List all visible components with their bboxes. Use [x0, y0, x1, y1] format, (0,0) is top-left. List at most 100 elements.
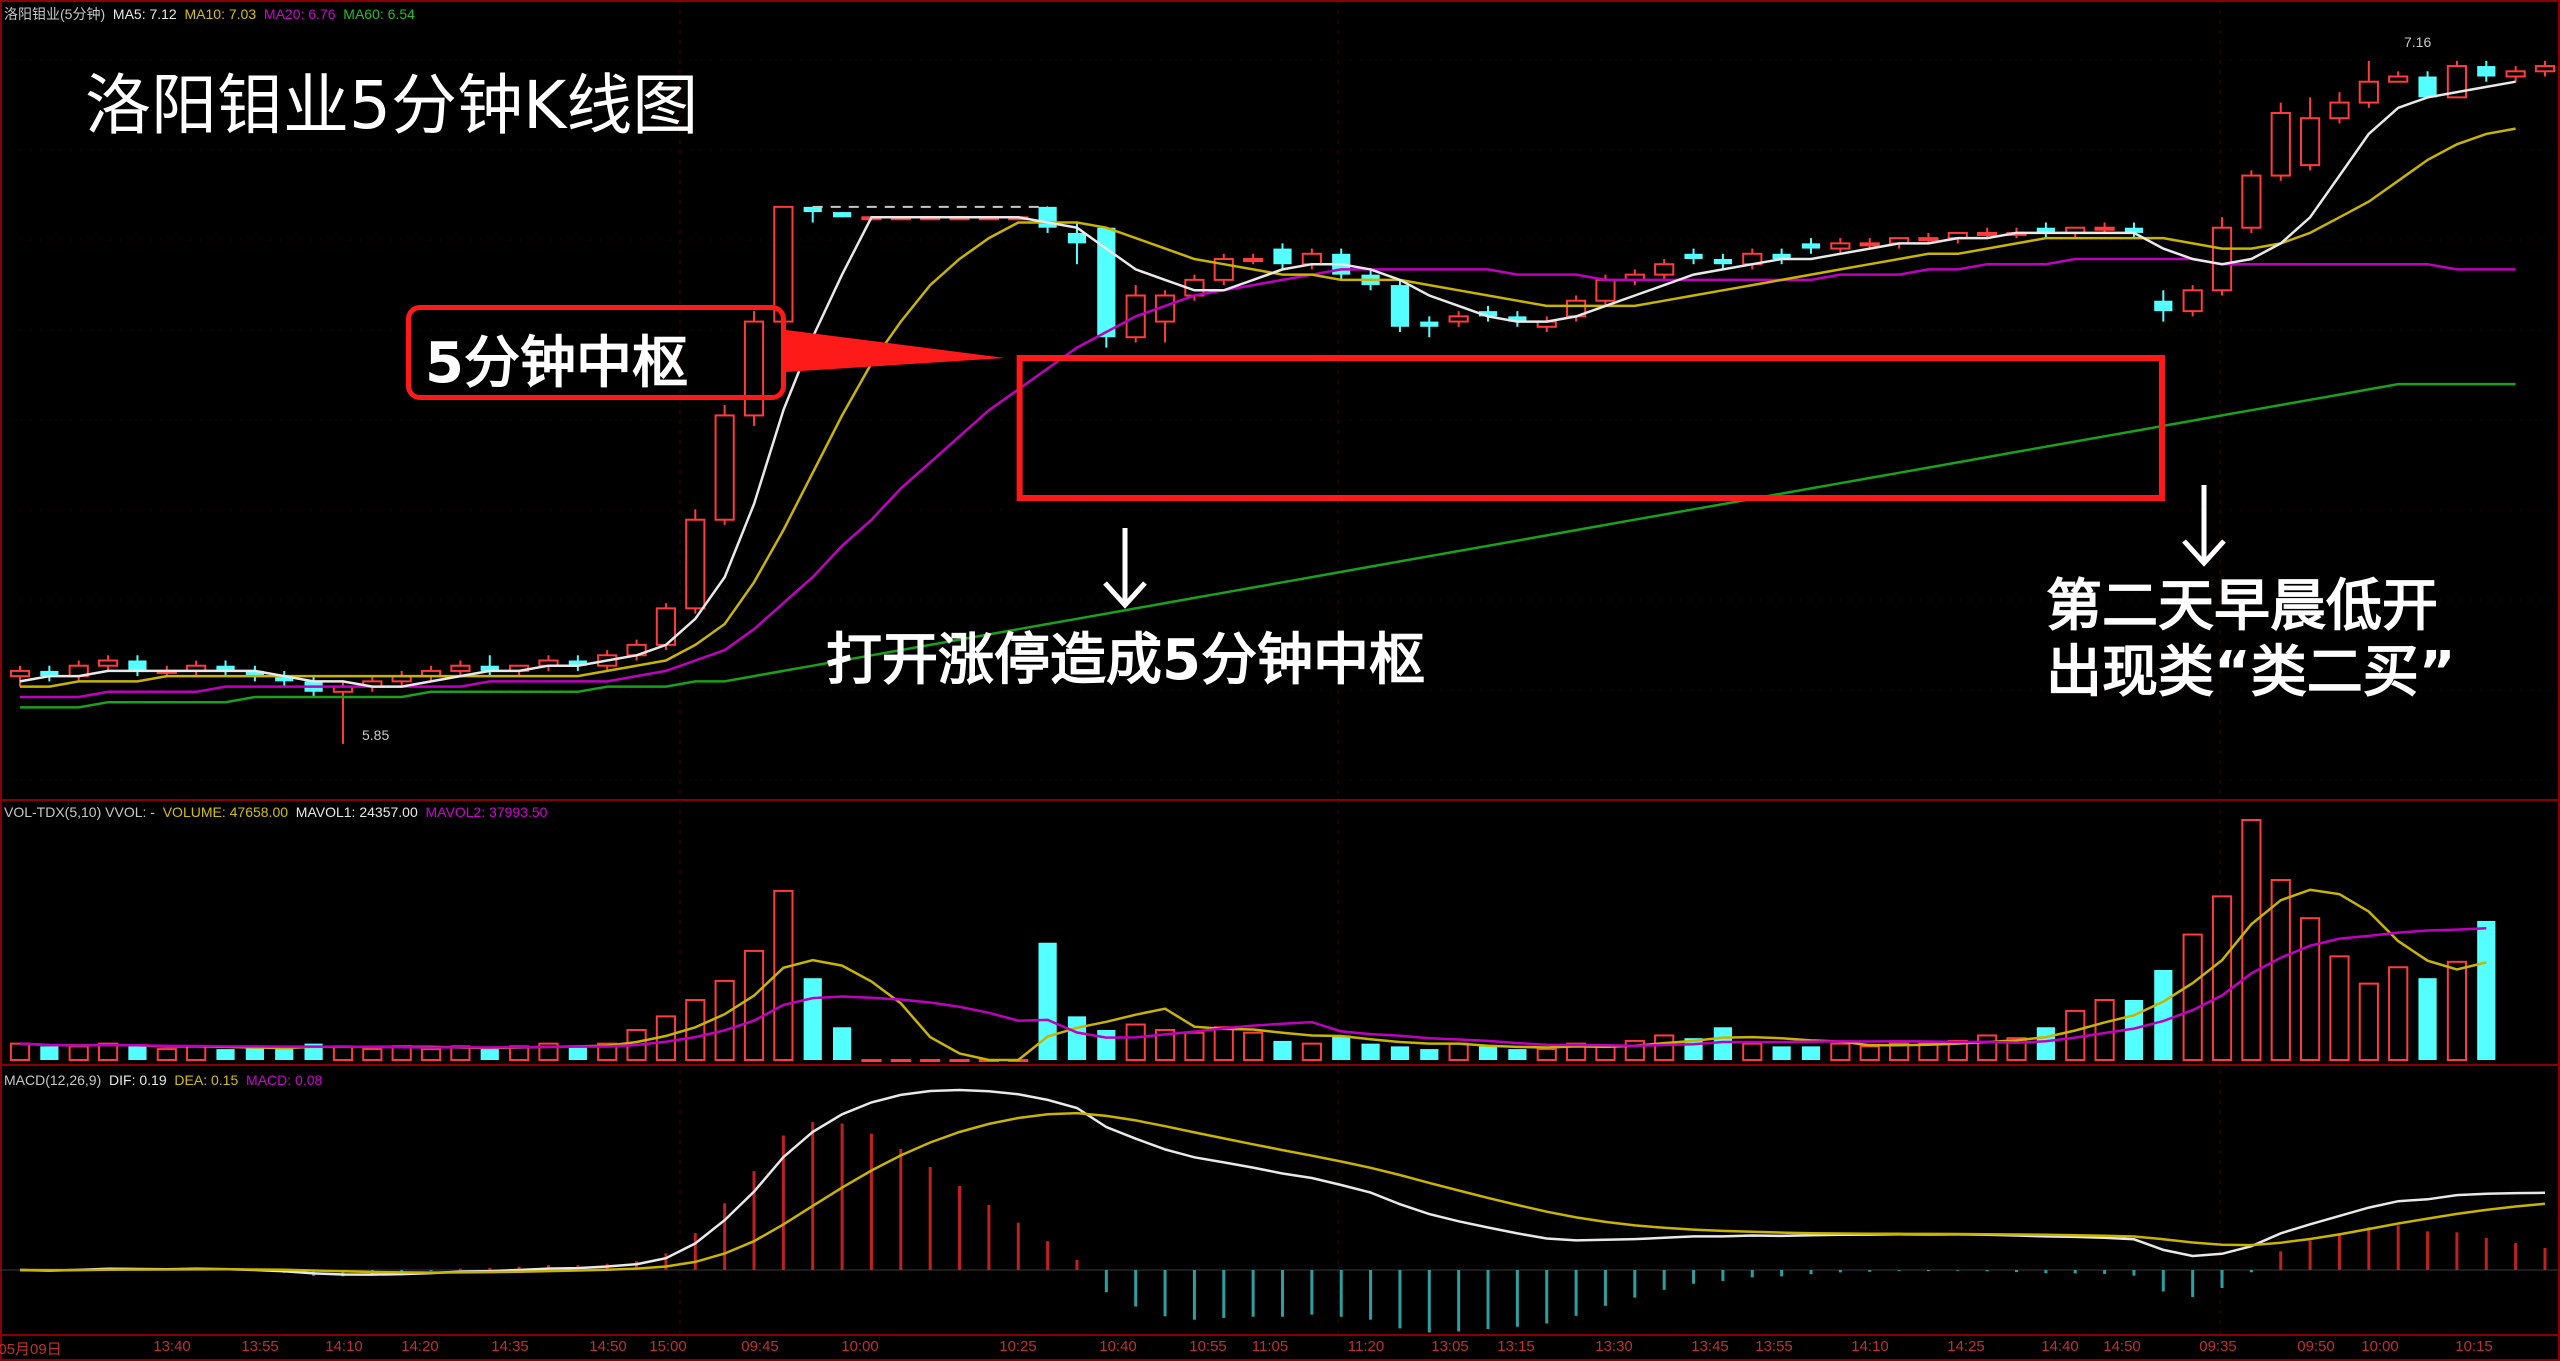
- candle-up: [9, 669, 31, 678]
- candle-up: [2270, 112, 2291, 177]
- mavol1-value: MAVOL1: 24357.00: [295, 804, 418, 820]
- candle-up: [2388, 75, 2409, 83]
- volume-bar-up: [1977, 1034, 1998, 1062]
- volume-bar-up: [949, 1059, 970, 1062]
- time-tick: 14:20: [401, 1338, 439, 1355]
- volume-bar-up: [1859, 1045, 1880, 1062]
- time-tick: 13:55: [241, 1338, 279, 1355]
- volume-bar-up: [1654, 1034, 1675, 1062]
- high-price-label: 7.16: [2404, 34, 2432, 50]
- volume-bar-down: [1478, 1046, 1498, 1060]
- time-tick: 14:10: [325, 1338, 363, 1355]
- volume-bar-down: [128, 1046, 147, 1060]
- volume-bar-up: [1830, 1042, 1851, 1061]
- volume-bar-up: [420, 1048, 442, 1062]
- time-tick: 10:40: [1099, 1338, 1137, 1355]
- volume-bar-down: [1801, 1046, 1821, 1060]
- volume-bar-down: [2154, 970, 2173, 1060]
- chart-title: 洛阳钼业5分钟K线图: [85, 67, 699, 144]
- right-annotation-line1: 第二天早晨低开: [2046, 574, 2438, 639]
- volume-bar-down: [1361, 1043, 1380, 1060]
- time-tick: 14:50: [2103, 1338, 2141, 1355]
- right-annotation-line2: 出现类“类二买”: [2046, 640, 2456, 705]
- candle-down: [2154, 300, 2173, 312]
- volume-bar-up: [362, 1048, 383, 1062]
- volume-bar-down: [1772, 1046, 1791, 1060]
- candle-up: [1654, 263, 1675, 276]
- volume-bar-down: [1097, 1030, 1116, 1060]
- candle-up: [1977, 231, 1998, 236]
- volume-bar-up: [1213, 1026, 1234, 1061]
- volume-header: VOL-TDX(5,10) VVOL: - VOLUME: 47658.00 M…: [4, 804, 547, 820]
- low-price-label: 5.85: [362, 727, 390, 743]
- dea-line: [19, 1111, 2546, 1274]
- volume-bar-up: [68, 1045, 89, 1062]
- volume-bar-up: [1301, 1042, 1322, 1061]
- dea-value: DEA: 0.15: [174, 1072, 239, 1088]
- candle-up: [2329, 101, 2350, 120]
- time-tick: 11:05: [1251, 1338, 1289, 1355]
- time-tick: 09:50: [2297, 1338, 2335, 1355]
- candle-up: [2211, 226, 2233, 292]
- volume-bar-down: [568, 1046, 587, 1060]
- time-tick: 13:40: [153, 1338, 191, 1355]
- candle-up: [2094, 226, 2115, 231]
- volume-bar-down: [2418, 978, 2437, 1060]
- volume-bar-up: [2211, 895, 2233, 1062]
- time-tick: 14:25: [1947, 1338, 1985, 1355]
- time-tick: 10:15: [2455, 1338, 2493, 1355]
- macd-histogram: [0, 1122, 2560, 1333]
- macd-header: MACD(12,26,9) DIF: 0.19 DEA: 0.15 MACD: …: [4, 1072, 322, 1088]
- zhongshu-callout-label: 5分钟中枢: [425, 331, 688, 396]
- volume-bar-down: [2036, 1027, 2055, 1060]
- time-tick: 10:00: [841, 1338, 879, 1355]
- volume-bar-down: [2477, 920, 2496, 1060]
- time-tick: 09:45: [741, 1338, 779, 1355]
- time-tick: 11:20: [1347, 1338, 1385, 1355]
- time-tick: 10:55: [1189, 1338, 1227, 1355]
- volume-bar-up: [2300, 917, 2321, 1061]
- candle-down: [2477, 66, 2496, 77]
- macd-value: MACD: 0.08: [246, 1072, 323, 1088]
- volume-bar-down: [1332, 1035, 1351, 1060]
- time-tick: 14:10: [1851, 1338, 1889, 1355]
- candle-up: [1301, 252, 1322, 266]
- candle-up: [2534, 65, 2556, 73]
- dif-value: DIF: 0.19: [109, 1072, 167, 1088]
- candle-down: [832, 212, 852, 218]
- ma5-label: MA5: 7.12: [112, 6, 177, 22]
- volume-bar-up: [1243, 1031, 1264, 1062]
- volume-bar-up: [1125, 1023, 1146, 1061]
- volume-bar-up: [1536, 1048, 1557, 1062]
- volume-bar-up: [2329, 955, 2350, 1062]
- volume-bar-up: [2241, 819, 2262, 1061]
- candle-up: [1830, 242, 1851, 250]
- volume-bar-up: [861, 1059, 882, 1062]
- stock-name: 洛阳钼业(5分钟): [4, 6, 106, 22]
- volume-bar-down: [1390, 1046, 1410, 1060]
- candle-down: [2418, 76, 2437, 98]
- callout-pointer: [786, 330, 1005, 372]
- middle-annotation: 打开涨停造成5分钟中枢: [826, 628, 1425, 693]
- volume-bar-up: [743, 949, 765, 1062]
- volume-bar-up: [2182, 933, 2203, 1062]
- volume-bar-up: [2094, 999, 2115, 1061]
- macd-lines: [19, 1088, 2546, 1276]
- volume-bar-up: [186, 1045, 207, 1062]
- time-tick: 10:00: [2361, 1338, 2399, 1355]
- time-tick: 09:35: [2199, 1338, 2237, 1355]
- volume-indicator-name: VOL-TDX(5,10) VVOL: -: [4, 804, 155, 820]
- time-tick: 13:55: [1755, 1338, 1793, 1355]
- price-header: 洛阳钼业(5分钟) MA5: 7.12 MA10: 7.03 MA20: 6.7…: [4, 4, 415, 24]
- volume-bar-down: [216, 1049, 235, 1060]
- volume-bar-up: [1595, 1045, 1616, 1062]
- candle-up: [450, 664, 471, 672]
- time-tick: 13:05: [1431, 1338, 1469, 1355]
- volume-bar-up: [1918, 1042, 1939, 1061]
- volume-bar-down: [1273, 1040, 1292, 1060]
- time-tick: 10:25: [999, 1338, 1037, 1355]
- candle-down: [1067, 232, 1087, 244]
- time-tick: 14:40: [2041, 1338, 2079, 1355]
- volume-bar-down: [1420, 1049, 1439, 1060]
- candle-up: [2505, 70, 2526, 78]
